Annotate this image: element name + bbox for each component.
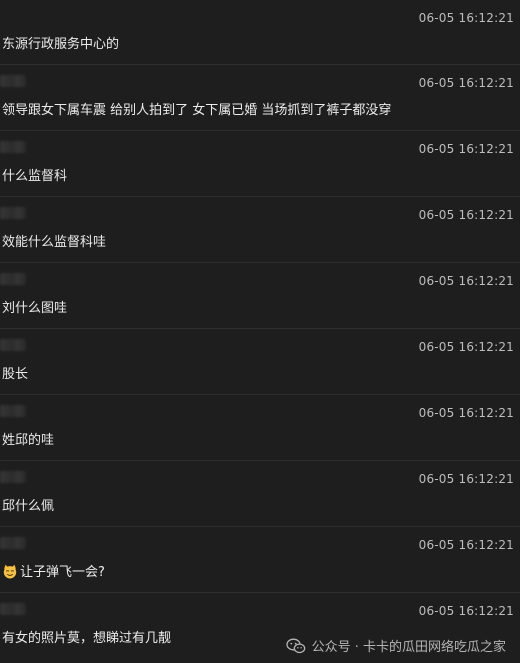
watermark-text: 公众号 · 卡卡的瓜田网络吃瓜之家 — [311, 640, 506, 655]
message-text: 什么监督科 — [2, 169, 68, 184]
message-time: 06-05 16:12:21 — [418, 208, 514, 222]
message-text: 让子弹飞一会? — [20, 565, 105, 580]
message-text: 股长 — [2, 367, 29, 382]
message-time: 06-05 16:12:21 — [418, 274, 514, 288]
blurred-username — [0, 603, 26, 615]
watermark: 公众号 · 卡卡的瓜田网络吃瓜之家 — [285, 636, 506, 655]
message-time: 06-05 16:12:21 — [418, 340, 514, 354]
message-time: 06-05 16:12:21 — [418, 142, 514, 156]
blurred-username — [0, 207, 26, 219]
smirk-emoji-icon — [3, 564, 17, 579]
message-content: 让子弹飞一会? — [2, 561, 105, 580]
chat-message: 06-05 16:12:21 刘什么图哇 — [0, 263, 520, 329]
chat-message: 06-05 16:12:21 股长 — [0, 329, 520, 395]
blurred-username — [0, 339, 26, 351]
message-text: 领导跟女下属车震 给别人拍到了 女下属已婚 当场抓到了裤子都没穿 — [2, 103, 392, 118]
message-text: 刘什么图哇 — [2, 301, 68, 316]
chat-message: 06-05 16:12:21 领导跟女下属车震 给别人拍到了 女下属已婚 当场抓… — [0, 65, 520, 131]
message-time: 06-05 16:12:21 — [418, 538, 514, 552]
chat-message-list: 06-05 16:12:21 东源行政服务中心的 06-05 16:12:21 … — [0, 0, 520, 659]
message-text: 效能什么监督科哇 — [2, 235, 107, 250]
chat-message: 06-05 16:12:21 邱什么佩 — [0, 461, 520, 527]
chat-message: 06-05 16:12:21 东源行政服务中心的 — [0, 0, 520, 65]
chat-message: 06-05 16:12:21 让子弹飞一会? — [0, 527, 520, 593]
blurred-username — [0, 141, 26, 153]
blurred-username — [0, 471, 26, 483]
blurred-username — [0, 405, 26, 417]
message-time: 06-05 16:12:21 — [418, 76, 514, 90]
message-text: 有女的照片莫，想睇过有几靓 — [2, 631, 172, 646]
message-text: 东源行政服务中心的 — [2, 37, 120, 52]
message-text: 姓邱的哇 — [2, 433, 55, 448]
message-time: 06-05 16:12:21 — [418, 604, 514, 618]
chat-message: 06-05 16:12:21 什么监督科 — [0, 131, 520, 197]
blurred-username — [0, 537, 26, 549]
blurred-username — [0, 273, 26, 285]
message-time: 06-05 16:12:21 — [418, 11, 514, 25]
chat-message: 06-05 16:12:21 效能什么监督科哇 — [0, 197, 520, 263]
chat-message: 06-05 16:12:21 姓邱的哇 — [0, 395, 520, 461]
message-text: 邱什么佩 — [2, 499, 55, 514]
blurred-username — [0, 75, 26, 87]
message-time: 06-05 16:12:21 — [418, 472, 514, 486]
wechat-icon — [285, 638, 305, 653]
message-time: 06-05 16:12:21 — [418, 406, 514, 420]
